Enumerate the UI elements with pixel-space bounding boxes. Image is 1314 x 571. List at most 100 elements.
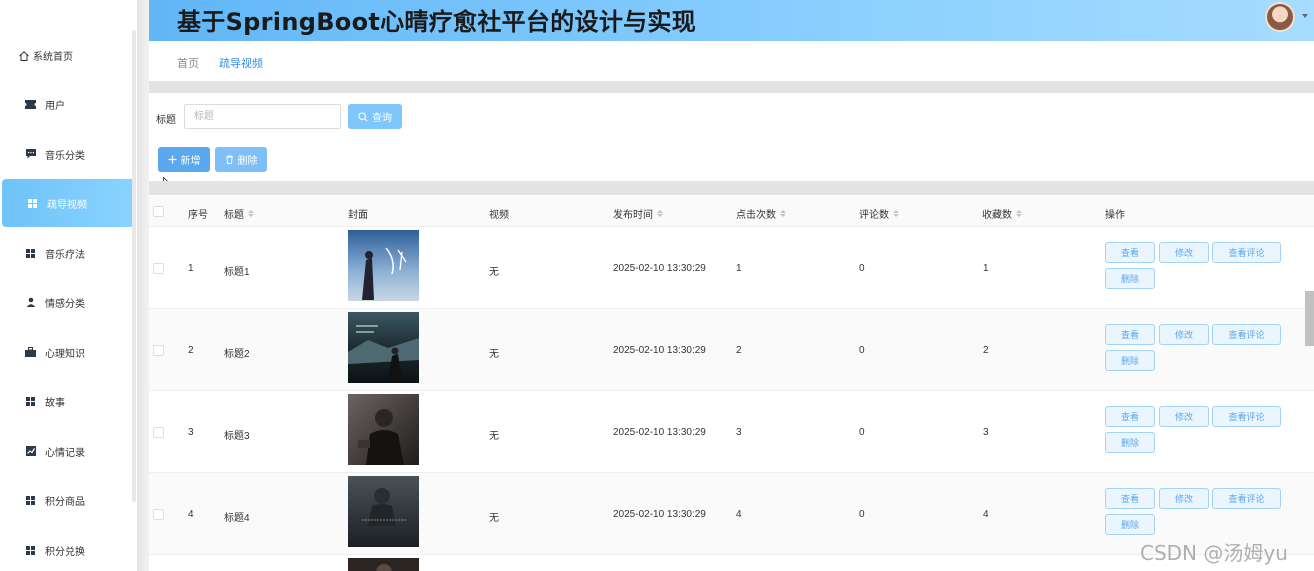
cell-title: 标题1 [224,267,250,278]
avatar[interactable] [1265,2,1295,32]
cell-title: 标题4 [224,513,250,524]
sidebar-item-emotion-category[interactable]: 情感分类 [0,278,137,326]
sidebar-item-label: 用户 [45,100,65,112]
grid-icon [27,198,38,209]
delete-button[interactable]: 删除 [215,147,267,172]
search-label: 标题 [156,115,176,126]
view-comments-button[interactable]: 查看评论 [1212,242,1281,263]
edit-button[interactable]: 修改 [1159,324,1209,345]
search-button[interactable]: 查询 [348,104,402,129]
edit-button[interactable]: 修改 [1159,406,1209,427]
cover-image[interactable] [348,394,419,465]
delete-button-label: 删除 [237,156,258,167]
sort-icon[interactable] [1016,210,1022,217]
view-button[interactable]: 查看 [1105,324,1155,345]
row-checkbox[interactable] [153,263,164,274]
view-comments-button[interactable]: 查看评论 [1212,488,1281,509]
column-header-actions: 操作 [1105,210,1125,221]
view-button[interactable]: 查看 [1105,488,1155,509]
sidebar-item-label: 故事 [45,397,65,409]
page-scrollbar[interactable] [1305,291,1314,346]
grid-icon [25,396,36,407]
row-delete-button[interactable]: 删除 [1105,268,1155,289]
cell-video: 无 [489,431,499,442]
cell-time: 2025-02-10 13:30:29 [613,509,706,520]
cell-time: 2025-02-10 13:30:29 [613,427,706,438]
column-header-title[interactable]: 标题 [224,206,254,221]
sort-icon[interactable] [780,210,786,217]
sidebar-item-users[interactable]: 用户 [0,80,137,128]
cover-image[interactable] [348,558,419,571]
sidebar-item-guidance-video[interactable]: 疏导视频 [2,179,136,227]
row-checkbox[interactable] [153,509,164,520]
row-delete-button[interactable]: 删除 [1105,350,1155,371]
cell-clicks: 2 [736,345,742,356]
column-header-label: 标题 [224,210,244,221]
home-icon [19,50,29,61]
sidebar-item-label: 音乐分类 [45,150,85,162]
select-all-checkbox[interactable] [153,206,164,217]
search-button-label: 查询 [372,113,392,124]
table-header: 序号 标题 封面 视频 发布时间 点击次数 评论数 收藏数 操作 [149,196,1314,227]
sidebar-scrollbar[interactable] [132,30,136,502]
cover-image[interactable] [348,312,419,383]
cover-image[interactable] [348,476,419,547]
row-checkbox[interactable] [153,345,164,356]
sidebar-item-mood-record[interactable]: 心情记录 [0,427,137,475]
view-button[interactable]: 查看 [1105,242,1155,263]
watermark: CSDN @汤姆yu [1140,541,1288,565]
cell-index: 1 [188,263,194,274]
column-header-comments[interactable]: 评论数 [859,206,899,221]
data-table: 序号 标题 封面 视频 发布时间 点击次数 评论数 收藏数 操作 1 标题1 无… [149,196,1314,571]
sidebar-item-points-goods[interactable]: 积分商品 [0,476,137,524]
add-button[interactable]: 新增 [158,147,210,172]
comment-icon [25,149,36,160]
sidebar-item-music-therapy[interactable]: 音乐疗法 [0,229,137,277]
sidebar: 系统首页 用户 音乐分类 疏导视频 音乐疗法 情感分类 心理知识 故事 心情记录… [0,0,137,571]
column-header-favorites[interactable]: 收藏数 [982,206,1022,221]
cover-image[interactable] [348,230,419,301]
trash-icon [225,155,233,164]
user-icon [25,297,36,308]
cell-time: 2025-02-10 13:30:29 [613,345,706,356]
search-input[interactable] [184,104,341,129]
row-delete-button[interactable]: 删除 [1105,432,1155,453]
divider [149,181,1314,195]
view-button[interactable]: 查看 [1105,406,1155,427]
cell-title: 标题3 [224,431,250,442]
sidebar-item-music-category[interactable]: 音乐分类 [0,130,137,178]
column-header-label: 点击次数 [736,210,776,221]
sidebar-item-points-exchange[interactable]: 积分兑换 [0,526,137,571]
view-comments-button[interactable]: 查看评论 [1212,406,1281,427]
grid-icon [25,545,36,556]
cell-comments: 0 [859,345,865,356]
sort-icon[interactable] [248,210,254,217]
table-row: 3 标题3 无 2025-02-10 13:30:29 3 0 3 查看 修改 … [149,391,1314,473]
row-checkbox[interactable] [153,427,164,438]
edit-button[interactable]: 修改 [1159,488,1209,509]
edit-button[interactable]: 修改 [1159,242,1209,263]
sort-icon[interactable] [893,210,899,217]
sidebar-item-label: 心理知识 [45,348,85,360]
sidebar-item-story[interactable]: 故事 [0,377,137,425]
chevron-down-icon[interactable] [1302,14,1308,18]
cell-index: 4 [188,509,194,520]
table-row: 2 标题2 无 2025-02-10 13:30:29 2 0 2 查看 修改 … [149,309,1314,391]
cell-comments: 0 [859,427,865,438]
sort-icon[interactable] [657,210,663,217]
cell-favorites: 4 [983,509,989,520]
breadcrumb: 首页 疏导视频 [177,55,263,71]
plus-icon [168,155,176,164]
sidebar-divider [137,0,149,571]
column-header-clicks[interactable]: 点击次数 [736,206,786,221]
breadcrumb-home[interactable]: 首页 [177,55,199,71]
sidebar-item-psychology-knowledge[interactable]: 心理知识 [0,328,137,376]
cell-video: 无 [489,349,499,360]
sidebar-item-home[interactable]: 系统首页 [18,48,73,63]
row-delete-button[interactable]: 删除 [1105,514,1155,535]
column-header-video: 视频 [489,210,509,221]
view-comments-button[interactable]: 查看评论 [1212,324,1281,345]
cell-title: 标题2 [224,349,250,360]
chart-icon [25,446,36,457]
column-header-time[interactable]: 发布时间 [613,206,663,221]
